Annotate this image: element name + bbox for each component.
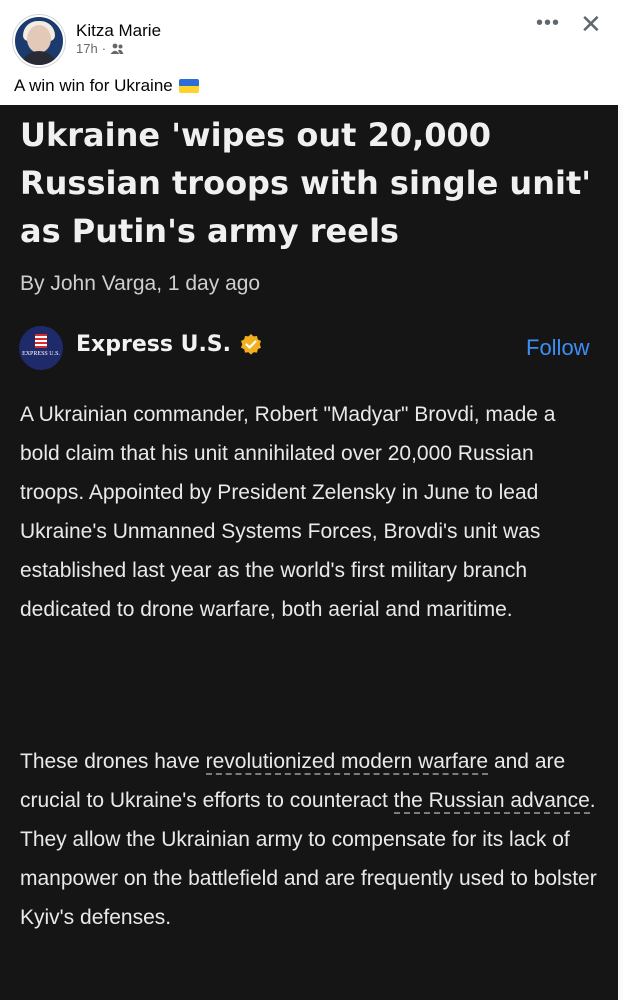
author-name[interactable]: Kitza Marie [76,21,161,41]
paragraph-2-text-start: These drones have [20,750,206,773]
post-meta: 17h · [76,41,124,56]
meta-separator: · [101,41,107,56]
more-options-icon[interactable]: ••• [536,12,560,35]
article-paragraph-1: A Ukrainian commander, Robert "Madyar" B… [20,403,556,621]
follow-button[interactable]: Follow [526,335,590,361]
article-headline: Ukraine 'wipes out 20,000 Russian troops… [20,116,592,250]
post-text-content: A win win for Ukraine [14,76,173,95]
source-name: Express U.S. [76,332,263,357]
source-name-label: Express U.S. [76,332,232,357]
verified-badge-icon [241,333,262,355]
post-header: Kitza Marie 17h · ••• ✕ A win win for Uk… [0,0,623,105]
revolutionized-warfare-link[interactable]: revolutionized modern warfare [205,750,489,775]
right-edge [618,105,623,1000]
close-icon[interactable]: ✕ [580,10,602,38]
russian-advance-link[interactable]: the Russian advance [393,789,590,814]
author-avatar[interactable] [13,15,65,67]
post-text: A win win for Ukraine [14,76,199,96]
source-logo-text: EXPRESS U.S. [22,351,60,357]
source-logo-icon: EXPRESS U.S. [19,326,63,370]
ukraine-flag-icon [178,79,199,93]
post-time[interactable]: 17h [76,41,98,56]
article-paragraph-2: These drones have revolutionized modern … [20,742,600,937]
people-icon[interactable] [110,43,124,55]
article-screenshot[interactable]: Ukraine 'wipes out 20,000 Russian troops… [0,105,618,1000]
article-byline: By John Varga, 1 day ago [20,272,261,295]
